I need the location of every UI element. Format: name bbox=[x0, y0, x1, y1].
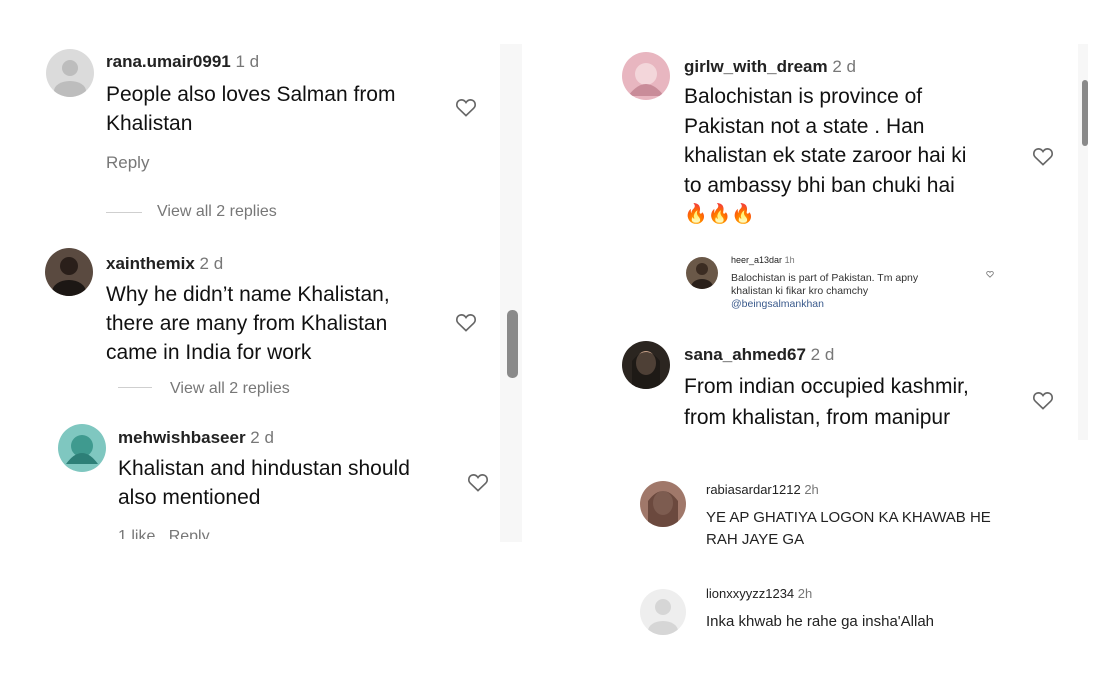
timestamp: 2 d bbox=[250, 428, 274, 447]
timestamp: 2h bbox=[797, 586, 813, 601]
username[interactable]: rana.umair0991 bbox=[106, 52, 231, 71]
comment-text: People also loves Salman from Khalistan bbox=[106, 83, 396, 135]
username[interactable]: lionxxyyzz1234 bbox=[706, 586, 794, 601]
comment-header: mehwishbaseer 2 d bbox=[118, 428, 274, 448]
reply-button[interactable]: Reply bbox=[106, 153, 149, 173]
heart-icon[interactable] bbox=[1032, 146, 1054, 166]
comment-header: lionxxyyzz1234 2h bbox=[706, 586, 812, 601]
scrollbar-thumb[interactable] bbox=[1082, 80, 1088, 146]
comment-text: Khalistan and hindustan should also ment… bbox=[118, 457, 410, 509]
avatar[interactable] bbox=[58, 424, 106, 472]
view-replies-button[interactable]: View all 2 replies bbox=[157, 203, 277, 221]
heart-icon[interactable] bbox=[1032, 390, 1054, 410]
timestamp: 2 d bbox=[832, 57, 856, 76]
avatar[interactable] bbox=[640, 481, 686, 527]
comment-text: From indian occupied kashmir, from khali… bbox=[684, 375, 969, 429]
comment-header: rana.umair0991 1 d bbox=[106, 52, 259, 72]
scrollbar-thumb[interactable] bbox=[507, 310, 518, 378]
mention-link[interactable]: @beingsalmankhan bbox=[731, 298, 918, 311]
heart-icon[interactable] bbox=[455, 97, 477, 117]
reply-header: heer_a13dar 1h bbox=[731, 255, 795, 265]
timestamp: 1h bbox=[784, 255, 795, 265]
comment-text: Inka khwab he rahe ga insha'Allah bbox=[706, 613, 935, 630]
comment-header: rabiasardar1212 2h bbox=[706, 482, 819, 497]
username[interactable]: xainthemix bbox=[106, 254, 195, 273]
comment-text: Why he didn’t name Khalistan, there are … bbox=[106, 283, 390, 364]
default-avatar-icon bbox=[54, 60, 86, 97]
timestamp: 2 d bbox=[810, 345, 835, 364]
emoji: 🔥🔥🔥 bbox=[684, 204, 755, 225]
username[interactable]: rabiasardar1212 bbox=[706, 482, 801, 497]
comment-header: sana_ahmed67 2 d bbox=[684, 345, 834, 365]
comment-meta[interactable]: 1 like Reply bbox=[118, 528, 210, 539]
divider bbox=[106, 212, 142, 213]
avatar[interactable] bbox=[622, 341, 670, 389]
heart-icon[interactable] bbox=[467, 472, 489, 492]
avatar[interactable] bbox=[640, 589, 686, 635]
avatar[interactable] bbox=[46, 49, 94, 97]
heart-icon[interactable] bbox=[986, 270, 994, 278]
avatar[interactable] bbox=[622, 52, 670, 100]
avatar[interactable] bbox=[45, 248, 93, 296]
reply-text: Balochistan is part of Pakistan. Tm apny… bbox=[731, 272, 919, 311]
default-avatar-icon bbox=[648, 599, 678, 635]
timestamp: 2 d bbox=[199, 254, 224, 273]
username[interactable]: girlw_with_dream bbox=[684, 57, 828, 76]
username[interactable]: heer_a13dar bbox=[731, 255, 782, 265]
username[interactable]: mehwishbaseer bbox=[118, 428, 246, 447]
comment-header: girlw_with_dream 2 d bbox=[684, 57, 856, 77]
heart-icon[interactable] bbox=[455, 312, 477, 332]
timestamp: 2h bbox=[804, 482, 819, 497]
divider bbox=[118, 387, 152, 388]
comment-header: xainthemix 2 d bbox=[106, 254, 223, 274]
comment-text: YE AP GHATIYA LOGON KA KHAWAB HE RAH JAY… bbox=[706, 509, 991, 548]
timestamp: 1 d bbox=[235, 52, 260, 71]
view-replies-button[interactable]: View all 2 replies bbox=[170, 380, 290, 398]
username[interactable]: sana_ahmed67 bbox=[684, 345, 806, 364]
avatar[interactable] bbox=[686, 257, 718, 289]
comment-text: Balochistan is province of Pakistan not … bbox=[684, 82, 966, 230]
scrollbar-track[interactable] bbox=[500, 44, 522, 542]
